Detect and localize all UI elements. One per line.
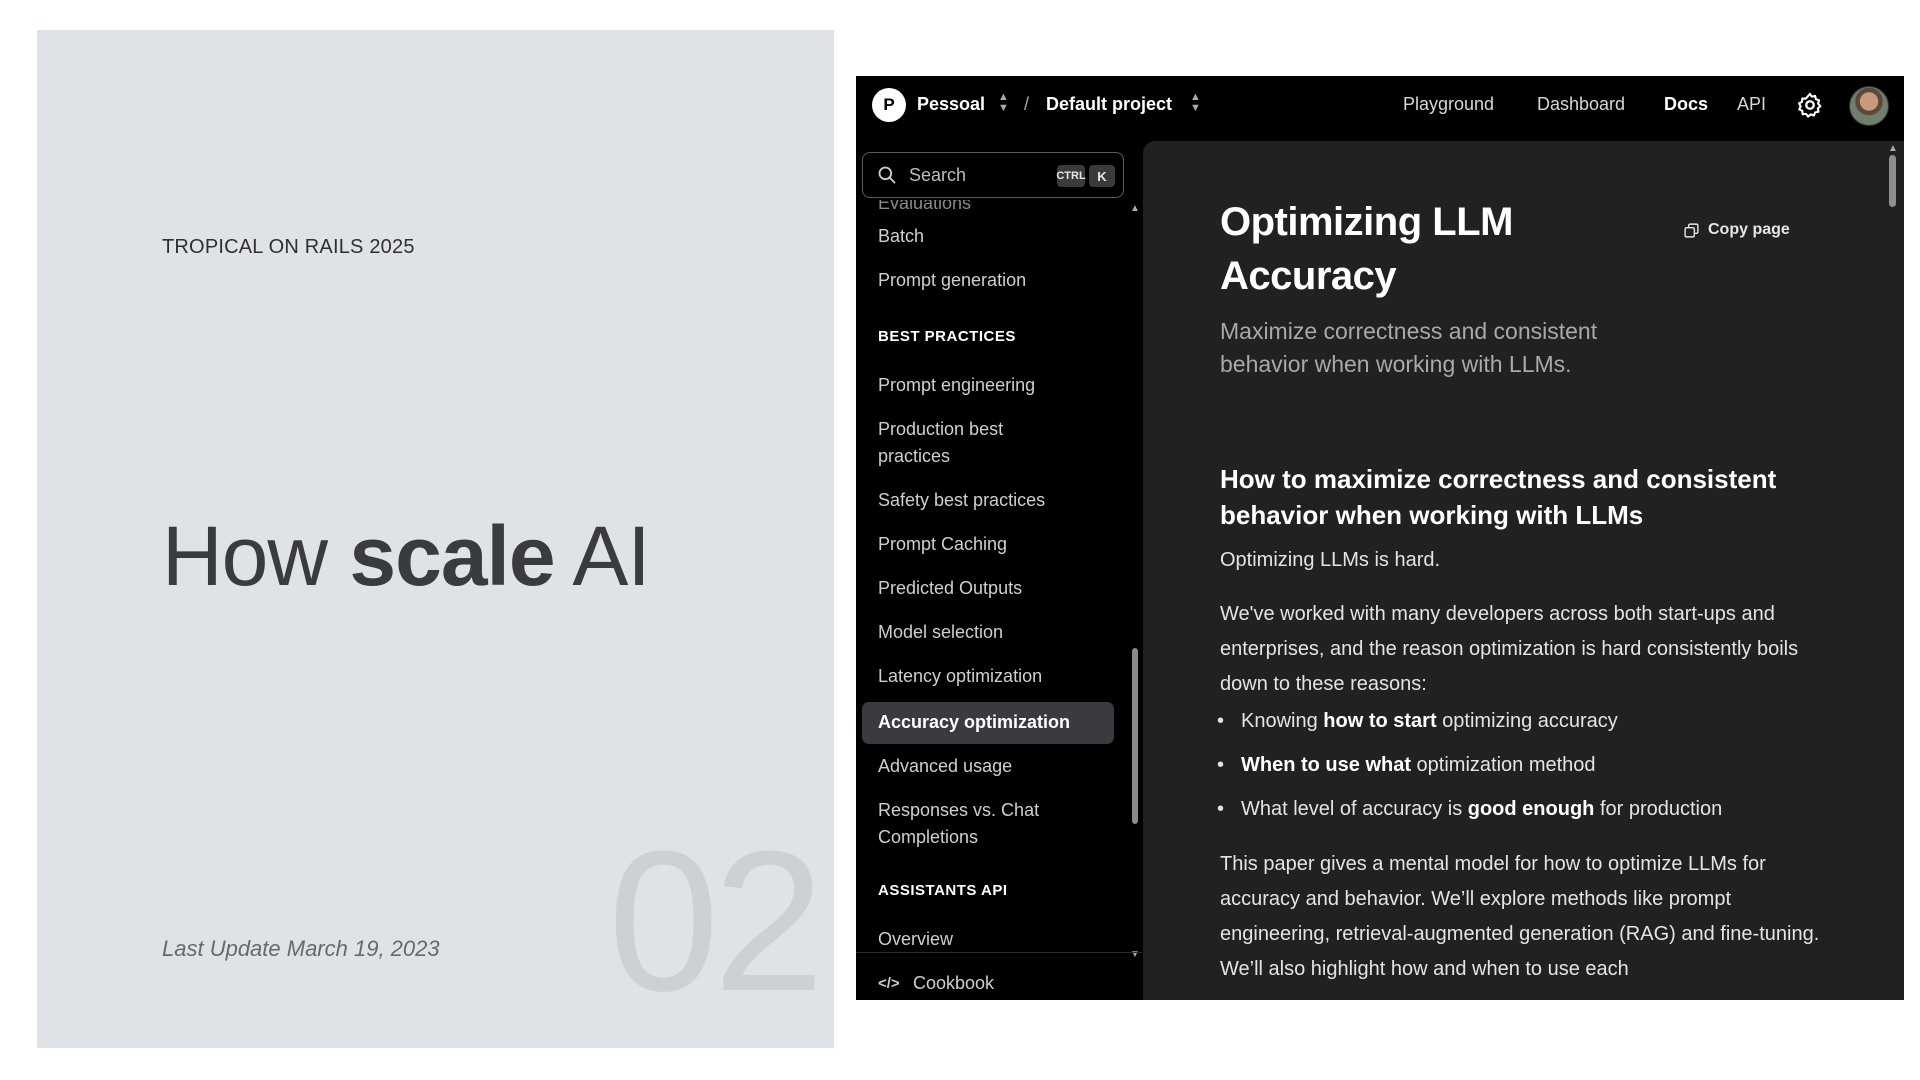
bullet-item: Knowing how to start optimizing accuracy	[1217, 706, 1618, 736]
section-heading: How to maximize correctness and consiste…	[1220, 464, 1777, 530]
project-switcher[interactable]: Default project	[1046, 94, 1172, 115]
sidebar-item-model-selection[interactable]: Model selection	[878, 619, 1108, 646]
bullet-text: for production	[1594, 798, 1723, 820]
nav-dashboard[interactable]: Dashboard	[1537, 94, 1625, 115]
sidebar-item-responses-vs-chat[interactable]: Responses vs. Chat Completions	[878, 797, 1058, 851]
slide-last-update: Last Update March 19, 2023	[162, 936, 440, 961]
docs-app-window: P Pessoal ▲ ▼ / Default project ▲ ▼ Playgr…	[856, 76, 1904, 1000]
content-scrollbar-thumb[interactable]	[1889, 155, 1896, 207]
sidebar-section-assistants-api: ASSISTANTS API	[878, 882, 1008, 899]
search-input[interactable]: Search CTRL K	[862, 152, 1124, 198]
copy-page-label: Copy page	[1708, 221, 1790, 238]
headline-word-scale: scale	[349, 509, 555, 603]
nav-docs[interactable]: Docs	[1664, 94, 1708, 115]
headline-word-how: How	[162, 509, 328, 603]
sidebar-item-latency-optimization[interactable]: Latency optimization	[878, 663, 1108, 690]
nav-playground[interactable]: Playground	[1403, 94, 1494, 115]
headline-word-ai: AI	[572, 509, 650, 603]
shortcut-ctrl-badge: CTRL	[1056, 165, 1086, 187]
breadcrumb-separator: /	[1024, 94, 1030, 114]
page-title: Optimizing LLM Accuracy	[1220, 200, 1513, 298]
sidebar-scrollbar-thumb[interactable]	[1132, 648, 1138, 824]
slide-headline: How scale AI	[162, 508, 651, 605]
bullet-text: optimizing accuracy	[1436, 710, 1618, 732]
bullet-text: What level of accuracy is	[1241, 798, 1468, 820]
paragraph-intro: Optimizing LLMs is hard.	[1220, 549, 1441, 571]
sidebar-item-safety-best-practices[interactable]: Safety best practices	[878, 487, 1108, 514]
docs-sidebar: Search CTRL K Evaluations Batch Prompt g…	[856, 140, 1142, 1000]
copy-page-button[interactable]: Copy page	[1683, 221, 1790, 239]
slide-number: 02	[608, 810, 824, 1033]
sidebar-item-accuracy-optimization[interactable]: Accuracy optimization	[878, 709, 1108, 736]
bullet-bold: how to start	[1323, 710, 1437, 732]
slide-eyebrow: TROPICAL ON RAILS 2025	[162, 236, 415, 258]
bullet-text: optimization method	[1411, 754, 1596, 776]
user-avatar[interactable]	[1849, 86, 1889, 126]
code-icon: </>	[878, 975, 900, 992]
sidebar-scroll-up-icon[interactable]: ▲	[1130, 204, 1140, 214]
org-avatar[interactable]: P	[872, 88, 906, 122]
top-bar: P Pessoal ▲ ▼ / Default project ▲ ▼ Playgr…	[856, 76, 1904, 140]
org-chevron-updown-icon[interactable]: ▲ ▼	[998, 92, 1009, 116]
sidebar-item-evaluations[interactable]: Evaluations	[878, 200, 1108, 217]
sidebar-item-prompt-engineering[interactable]: Prompt engineering	[878, 372, 1108, 399]
cookbook-link[interactable]: </> Cookbook	[856, 952, 1142, 1000]
paragraph-reasons: We've worked with many developers across…	[1220, 603, 1799, 695]
sidebar-item-batch[interactable]: Batch	[878, 223, 1108, 250]
sidebar-item-predicted-outputs[interactable]: Predicted Outputs	[878, 575, 1108, 602]
sidebar-section-best-practices: BEST PRACTICES	[878, 328, 1016, 345]
sidebar-item-production-best-practices[interactable]: Production best practices	[878, 416, 1038, 470]
paragraph-mental-model: This paper gives a mental model for how …	[1220, 853, 1820, 980]
project-chevron-updown-icon[interactable]: ▲ ▼	[1190, 92, 1201, 116]
sidebar-item-prompt-caching[interactable]: Prompt Caching	[878, 531, 1108, 558]
copy-icon	[1684, 222, 1699, 238]
bullet-text: Knowing	[1241, 710, 1324, 732]
page-subtitle: Maximize correctness and consistent beha…	[1220, 318, 1598, 377]
shortcut-k-badge: K	[1089, 165, 1115, 187]
nav-api[interactable]: API	[1737, 94, 1766, 115]
search-placeholder: Search	[909, 165, 967, 185]
sidebar-item-overview[interactable]: Overview	[878, 926, 1108, 953]
slide-panel: TROPICAL ON RAILS 2025 How scale AI 02 L…	[37, 30, 834, 1048]
gear-icon[interactable]	[1796, 91, 1824, 119]
bullet-item: When to use what optimization method	[1217, 750, 1596, 780]
sidebar-item-prompt-generation[interactable]: Prompt generation	[878, 267, 1108, 294]
search-icon	[878, 166, 896, 184]
cookbook-label: Cookbook	[913, 973, 995, 993]
content-scroll-up-icon[interactable]: ▲	[1888, 143, 1898, 154]
bullet-bold: When to use what	[1241, 754, 1411, 776]
bullet-bold: good enough	[1467, 798, 1595, 820]
doc-content: Optimizing LLM Accuracy Copy page Maximi…	[1143, 141, 1904, 1000]
org-switcher[interactable]: Pessoal	[917, 94, 985, 115]
sidebar-nav-list: Evaluations Batch Prompt generation BEST…	[856, 200, 1132, 960]
sidebar-item-advanced-usage[interactable]: Advanced usage	[878, 753, 1108, 780]
bullet-item: What level of accuracy is good enough fo…	[1217, 794, 1723, 824]
